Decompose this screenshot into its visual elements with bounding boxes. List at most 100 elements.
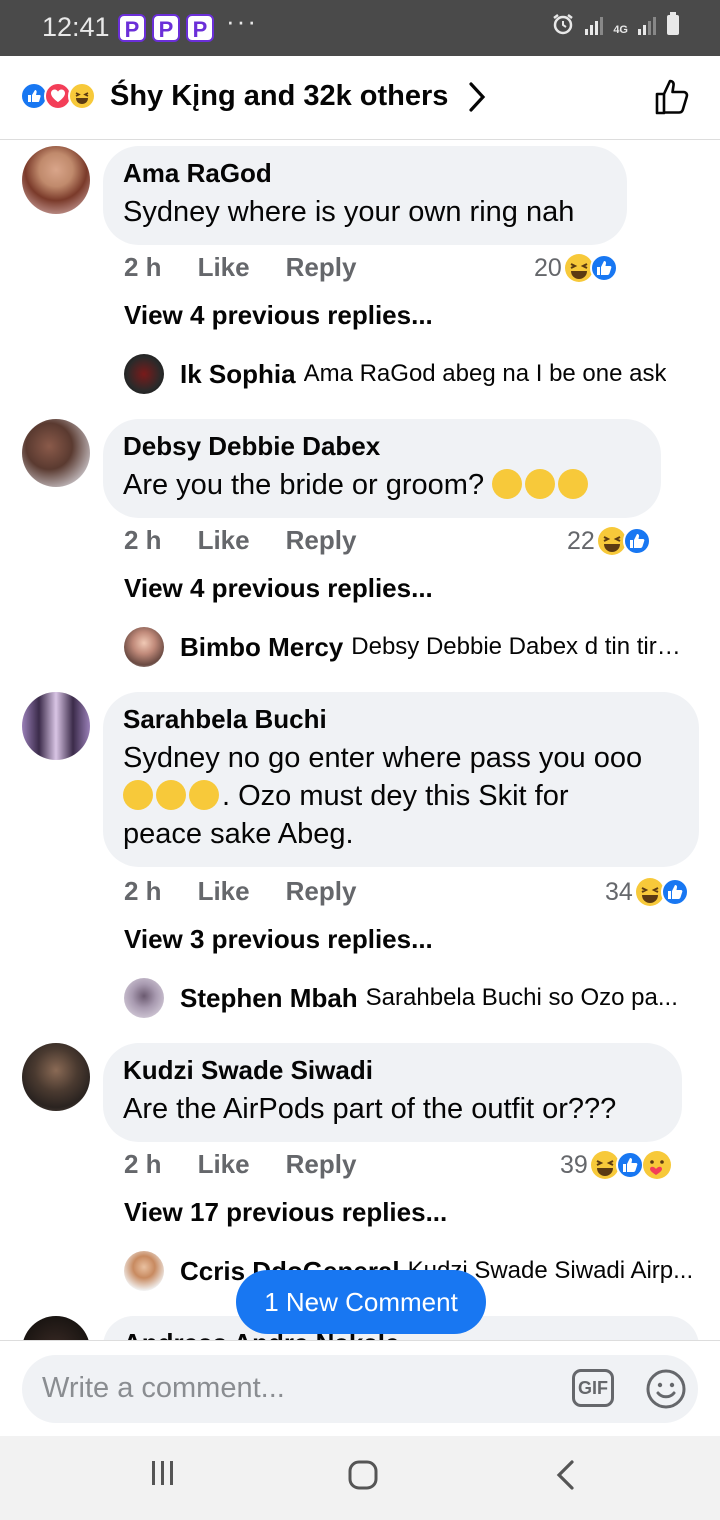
reaction-count-value: 20 [534,253,562,282]
view-previous-replies[interactable]: View 4 previous replies... [124,300,433,331]
battery-icon [667,12,679,35]
avatar[interactable] [124,354,164,394]
comment-text: Are the AirPods part of the outfit or??? [123,1093,617,1125]
avatar[interactable] [22,146,90,214]
comment-bubble[interactable]: Ama RaGod Sydney where is your own ring … [103,146,627,245]
reaction-count[interactable]: 22 [567,526,651,556]
signal-icon [638,17,656,35]
like-button[interactable]: Like [198,876,250,907]
comment-bubble[interactable]: Debsy Debbie Dabex Are you the bride or … [103,419,661,518]
reaction-count-value: 22 [567,526,595,555]
reaction-count-value: 34 [605,877,633,906]
comments-sheet: Śhy Kįng and 32k others Ama RaGod Sydney… [0,56,720,1520]
comment-time: 2 h [124,876,162,906]
view-previous-replies[interactable]: View 4 previous replies... [124,573,433,604]
reply-preview[interactable]: Stephen Mbah Sarahbela Buchi so Ozo pa..… [124,978,694,1018]
gif-button[interactable]: GIF [572,1369,614,1407]
tears-of-joy-emoji [525,469,556,499]
reaction-count[interactable]: 20 [534,253,618,283]
comment-bubble[interactable]: Sarahbela Buchi Sydney no go enter where… [103,692,699,867]
comment-time: 2 h [124,252,162,282]
signal-icon [585,17,604,35]
reply-button[interactable]: Reply [286,876,357,907]
comment-author[interactable]: Kudzi Swade Siwadi [123,1055,662,1086]
comment-meta: 2 h Like Reply [124,525,356,556]
comment-composer: Write a comment... GIF [0,1340,720,1436]
avatar[interactable] [22,419,90,487]
comment-text-line: . Ozo must dey this Skit for [123,777,679,815]
comment-meta: 2 h Like Reply [124,876,356,907]
comment-input[interactable]: Write a comment... GIF [22,1355,698,1423]
reaction-count-value: 39 [560,1150,588,1179]
new-comment-button[interactable]: 1 New Comment [236,1270,486,1334]
like-button[interactable]: Like [198,1149,250,1180]
smirk-emoji [156,780,186,810]
reply-author[interactable]: Bimbo Mercy [180,632,343,663]
comment-bubble[interactable]: Kudzi Swade Siwadi Are the AirPods part … [103,1043,682,1142]
alarm-icon [553,14,574,35]
reaction-count[interactable]: 34 [605,877,689,907]
like-icon[interactable] [654,78,692,116]
reply-preview[interactable]: Bimbo Mercy Debsy Debbie Dabex d tin tir… [124,627,694,667]
reply-author[interactable]: Ik Sophia [180,359,296,390]
like-button[interactable]: Like [198,525,250,556]
like-reaction-icon [660,878,689,906]
avatar[interactable] [22,1043,90,1111]
haha-reaction-icon [68,82,96,110]
smirk-emoji [123,780,153,810]
comment-input-placeholder: Write a comment... [42,1372,285,1404]
tears-of-joy-emoji [558,469,589,499]
comment-text: Sydney where is your own ring nah [123,196,575,228]
like-button[interactable]: Like [198,252,250,283]
reply-text: Sarahbela Buchi so Ozo pa... [365,984,678,1011]
reply-button[interactable]: Reply [286,1149,357,1180]
notification-app-icon: P [186,14,214,42]
reply-author[interactable]: Stephen Mbah [180,983,358,1014]
reaction-count[interactable]: 39 [560,1150,672,1180]
reply-button[interactable]: Reply [286,252,357,283]
back-icon[interactable] [552,1458,578,1492]
avatar[interactable] [124,627,164,667]
comment-list[interactable]: Ama RaGod Sydney where is your own ring … [0,140,720,1340]
comment-author[interactable]: Debsy Debbie Dabex [123,431,641,462]
comment-text: . Ozo must dey this Skit for [222,780,569,812]
tears-of-joy-emoji [492,469,523,499]
like-reaction-icon [615,1151,644,1179]
avatar[interactable] [124,1251,164,1291]
smirk-emoji [189,780,219,810]
comment-text: Are you the bride or groom? [123,469,485,501]
status-bar: 12:41 P P P ··· 4G [0,0,720,56]
comment-text: peace sake Abeg. [123,818,354,850]
reactions-header[interactable]: Śhy Kįng and 32k others [0,56,720,140]
notification-app-icon: P [118,14,146,42]
comment-author[interactable]: Sarahbela Buchi [123,704,679,735]
emoji-icon[interactable] [644,1367,688,1411]
comment-author[interactable]: Ama RaGod [123,158,607,189]
avatar[interactable] [22,1316,90,1340]
status-icons: 4G [551,12,680,36]
like-reaction-icon [622,527,651,555]
avatar[interactable] [22,692,90,760]
view-previous-replies[interactable]: View 3 previous replies... [124,924,433,955]
chevron-right-icon[interactable] [466,80,488,114]
recent-apps-icon[interactable] [148,1458,178,1488]
home-icon[interactable] [346,1458,380,1492]
reply-text: Debsy Debbie Dabex d tin tire ... [351,633,694,660]
network-type: 4G [613,24,628,36]
avatar[interactable] [124,978,164,1018]
view-previous-replies[interactable]: View 17 previous replies... [124,1197,447,1228]
reply-button[interactable]: Reply [286,525,357,556]
status-time: 12:41 [42,12,110,42]
reply-preview[interactable]: Ik Sophia Ama RaGod abeg na I be one ask [124,354,694,394]
reactors-summary[interactable]: Śhy Kįng and 32k others [110,80,448,113]
more-notifications-icon: ··· [226,6,258,36]
comment-text-line: Are you the bride or groom? [123,466,641,504]
notification-app-icon: P [152,14,180,42]
reply-text: Ama RaGod abeg na I be one ask [303,360,667,387]
care-reaction-icon [642,1151,671,1179]
comment-text: Sydney no go enter where pass you ooo [123,742,643,774]
comment-time: 2 h [124,1149,162,1179]
comment-time: 2 h [124,525,162,555]
system-navigation-bar [0,1436,720,1520]
reaction-icons [20,82,96,110]
